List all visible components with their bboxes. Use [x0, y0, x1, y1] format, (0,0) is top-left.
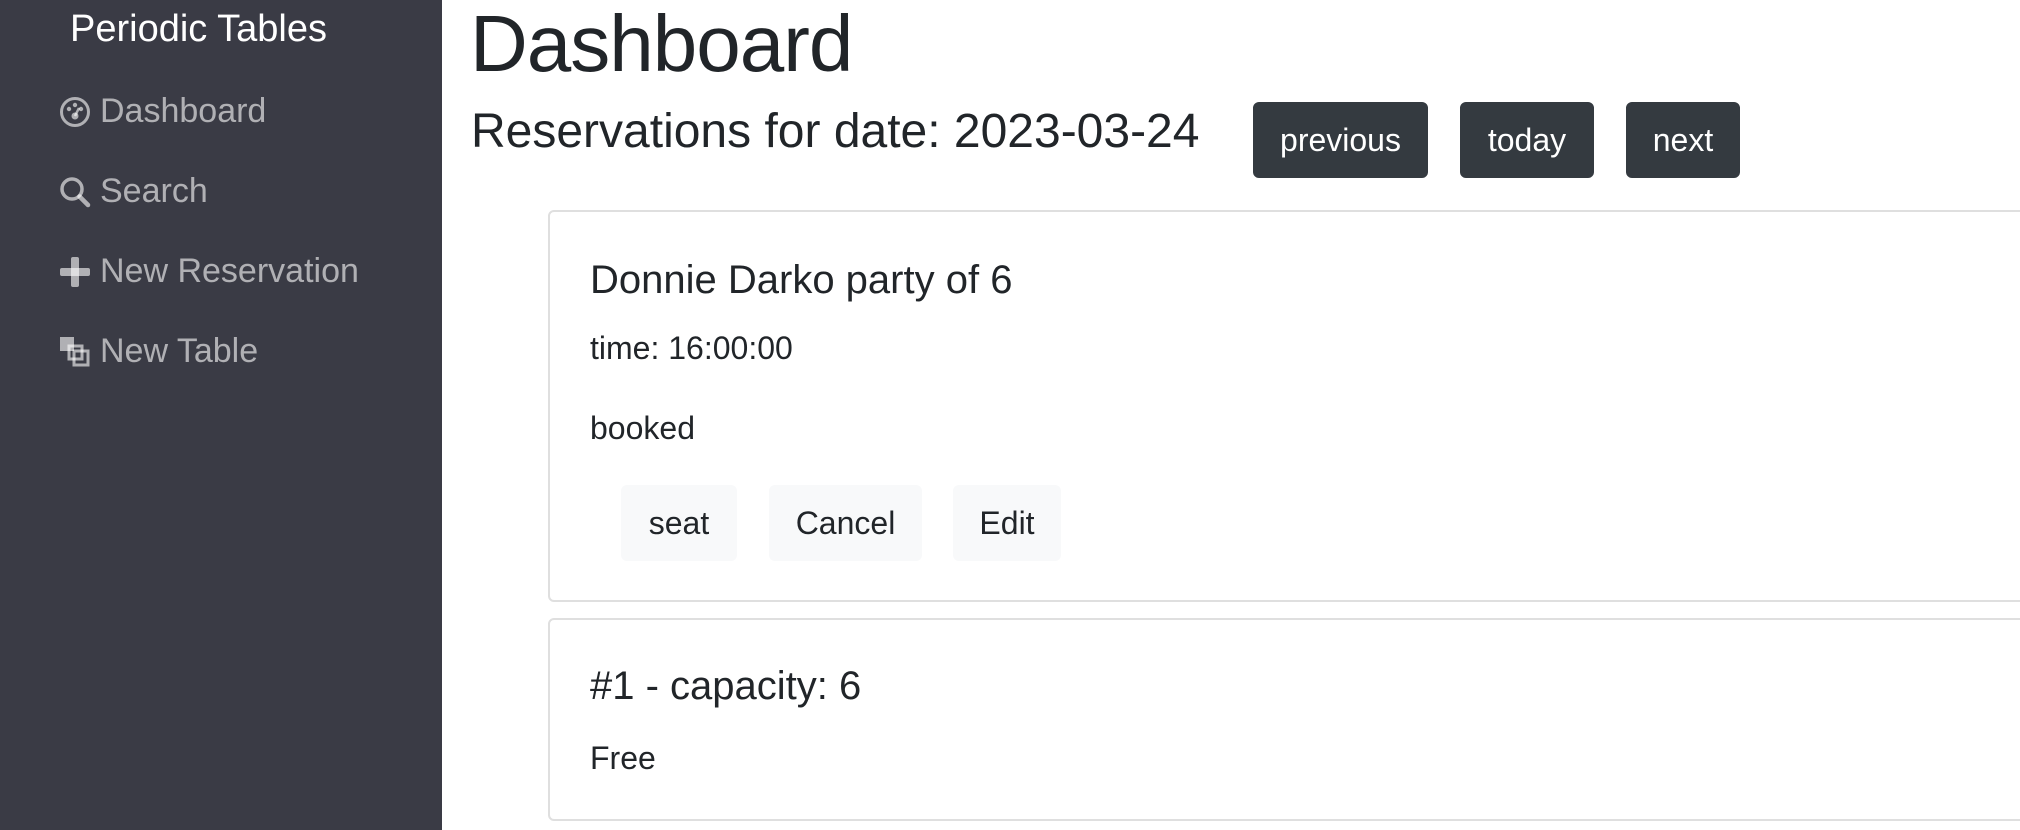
page-title: Dashboard	[470, 0, 853, 88]
sidebar-item-search[interactable]: Search	[58, 172, 208, 211]
dashboard-icon	[58, 95, 92, 129]
sidebar-item-label: New Reservation	[100, 252, 359, 290]
edit-button[interactable]: Edit	[953, 485, 1061, 561]
previous-button[interactable]: previous	[1253, 102, 1428, 178]
reservation-card: Donnie Darko party of 6 time: 16:00:00 b…	[548, 210, 2020, 602]
next-button[interactable]: next	[1626, 102, 1740, 178]
cancel-button[interactable]: Cancel	[769, 485, 922, 561]
sidebar-item-label: New Table	[100, 332, 259, 370]
sidebar-item-new-reservation[interactable]: New Reservation	[58, 252, 359, 291]
table-title: #1 - capacity: 6	[590, 664, 862, 708]
layers-icon	[58, 335, 92, 369]
brand-title[interactable]: Periodic Tables	[70, 8, 327, 51]
table-card: #1 - capacity: 6 Free	[548, 618, 2020, 821]
sidebar-item-dashboard[interactable]: Dashboard	[58, 92, 266, 131]
sidebar: Periodic Tables Dashboard Search New Res…	[0, 0, 442, 830]
seat-button[interactable]: seat	[621, 485, 737, 561]
reservation-status: booked	[590, 410, 695, 446]
sidebar-item-label: Dashboard	[100, 92, 267, 130]
reservation-title: Donnie Darko party of 6	[590, 258, 1013, 302]
plus-icon	[58, 255, 92, 289]
reservation-time: time: 16:00:00	[590, 330, 793, 366]
sidebar-item-label: Search	[100, 172, 208, 210]
sidebar-item-new-table[interactable]: New Table	[58, 332, 258, 371]
today-button[interactable]: today	[1460, 102, 1594, 178]
reservations-date-heading: Reservations for date: 2023-03-24	[471, 105, 1200, 158]
table-status: Free	[590, 740, 656, 776]
search-icon	[58, 175, 92, 209]
